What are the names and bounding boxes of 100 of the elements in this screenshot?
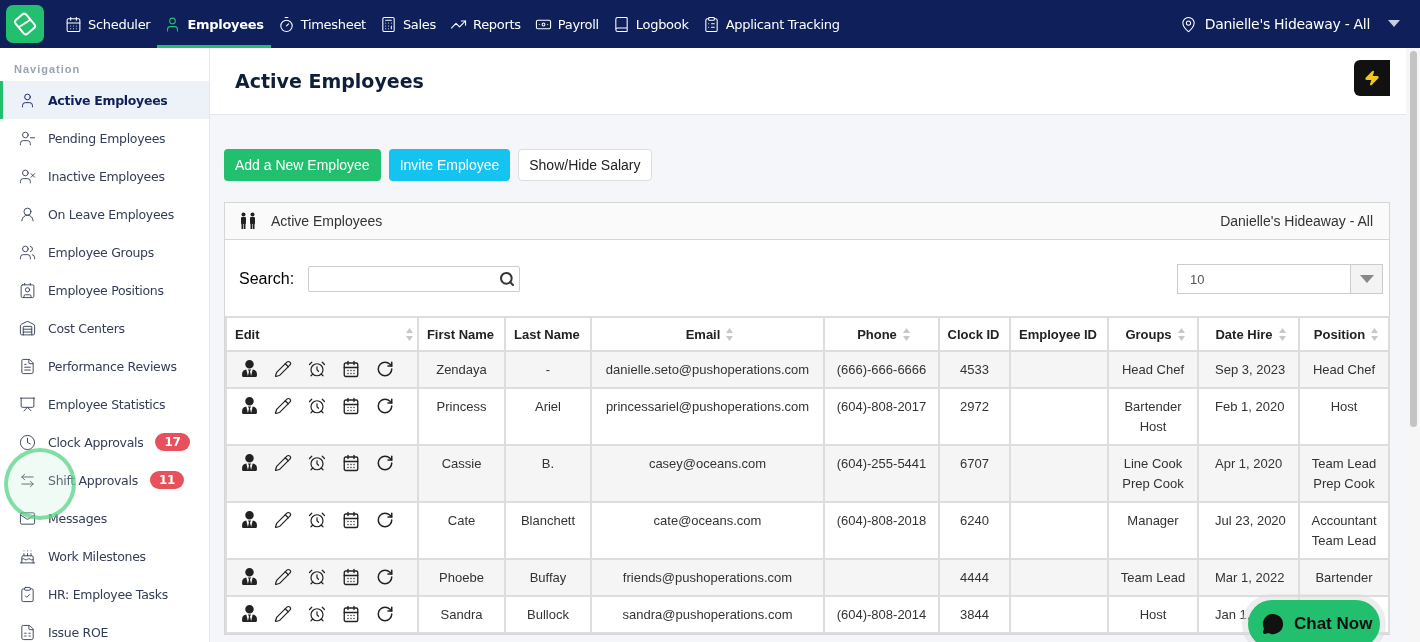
sidebar-item[interactable]: Employee Positions (0, 271, 209, 309)
person-icon[interactable] (241, 605, 258, 622)
panel-title: Active Employees (271, 213, 383, 229)
clock-icon (19, 433, 36, 451)
scrollbar[interactable] (1406, 48, 1420, 642)
users-icon (19, 243, 36, 261)
user-x-icon (19, 167, 36, 185)
redo-icon[interactable] (376, 605, 394, 623)
calendar-icon[interactable] (342, 360, 360, 378)
contact-card-icon (19, 281, 36, 299)
nav-tab[interactable]: Sales (372, 0, 443, 48)
edit-icon[interactable] (274, 454, 292, 472)
redo-icon[interactable] (376, 454, 394, 472)
person-icon[interactable] (241, 568, 258, 585)
table-cell: Ariel (535, 399, 561, 414)
sidebar-item[interactable]: Work Milestones (0, 537, 209, 575)
people-icon (239, 212, 257, 230)
table-cell-text: Bartender (1314, 569, 1374, 587)
alarm-clock-icon[interactable] (308, 568, 326, 586)
person-icon[interactable] (241, 360, 258, 377)
calendar-icon[interactable] (342, 454, 360, 472)
edit-icon[interactable] (274, 605, 292, 623)
page-size-select[interactable]: 10 (1177, 264, 1383, 294)
nav-tab[interactable]: Payroll (527, 0, 606, 48)
table-cell-text: Host (1138, 606, 1168, 624)
search-icon (499, 271, 516, 287)
table-cell: 4533 (960, 362, 989, 377)
calendar-icon[interactable] (342, 397, 360, 415)
clipboard-check-icon (19, 585, 36, 603)
caret-icon (1359, 275, 1374, 283)
table-cell: cate@oceans.com (653, 513, 762, 528)
table-cell-text: Prep Cook (1312, 475, 1376, 493)
sidebar-item[interactable]: Cost Centers (0, 309, 209, 347)
person-icon[interactable] (241, 397, 258, 414)
search-field[interactable] (308, 266, 521, 292)
calendar-icon[interactable] (342, 605, 360, 623)
edit-icon[interactable] (274, 568, 292, 586)
table-cell: 3844 (960, 607, 989, 622)
redo-icon[interactable] (376, 397, 394, 415)
person-icon[interactable] (241, 454, 258, 471)
sidebar-item[interactable]: Messages (0, 499, 209, 537)
document-icon (19, 357, 36, 375)
location-selector[interactable]: Danielle's Hideaway - All (1179, 0, 1400, 48)
sidebar-item[interactable]: Active Employees (0, 81, 209, 119)
sidebar-item[interactable]: HR: Employee Tasks (0, 575, 209, 613)
alarm-clock-icon[interactable] (308, 511, 326, 529)
quick-action-button[interactable] (1354, 60, 1390, 96)
table-cell: 4444 (960, 570, 989, 585)
table-cell: Feb 1, 2020 (1215, 399, 1285, 414)
sidebar-item[interactable]: Performance Reviews (0, 347, 209, 385)
redo-icon[interactable] (376, 360, 394, 378)
table-cell: Cassie (441, 456, 482, 471)
sort-icon (726, 327, 734, 341)
nav-tab[interactable]: Scheduler (58, 0, 158, 48)
redo-icon[interactable] (376, 568, 394, 586)
nav-tab[interactable]: Timesheet (270, 0, 373, 48)
sidebar-item[interactable]: Inactive Employees (0, 157, 209, 195)
edit-icon[interactable] (274, 360, 292, 378)
calendar-icon (65, 15, 82, 33)
count-badge: 11 (149, 471, 184, 489)
sidebar-item[interactable]: Employee Groups (0, 233, 209, 271)
table-cell: 6240 (960, 513, 989, 528)
sidebar-item[interactable]: Employee Statistics (0, 385, 209, 423)
sidebar-item[interactable]: On Leave Employees (0, 195, 209, 233)
sidebar-item[interactable]: Pending Employees (0, 119, 209, 157)
table-cell-text: Bartender (1123, 398, 1183, 416)
alarm-clock-icon[interactable] (308, 360, 326, 378)
table-cell: Phoebe (439, 570, 484, 585)
count-badge: 17 (155, 433, 190, 451)
alarm-clock-icon[interactable] (308, 397, 326, 415)
table-cell-text: Line Cook (1122, 455, 1184, 473)
column-header[interactable]: Edit (226, 317, 418, 351)
table-cell: (604)-808-2014 (836, 607, 927, 622)
person-icon[interactable] (241, 511, 258, 528)
nav-tab[interactable]: Reports (443, 0, 528, 48)
table-cell: B. (541, 456, 555, 471)
nav-tab[interactable]: Applicant Tracking (695, 0, 847, 48)
table-cell-text: Team Lead (1310, 455, 1378, 473)
nav-tab[interactable]: Logbook (605, 0, 696, 48)
table-cell: Buffay (529, 570, 567, 585)
redo-icon[interactable] (376, 511, 394, 529)
caret-icon (1388, 20, 1400, 28)
app-logo[interactable] (6, 5, 44, 43)
edit-icon[interactable] (274, 511, 292, 529)
edit-icon[interactable] (274, 397, 292, 415)
chat-button[interactable]: Chat Now (1248, 600, 1380, 642)
sidebar-item[interactable]: Issue ROE (0, 613, 209, 642)
alarm-clock-icon[interactable] (308, 605, 326, 623)
table-cell: 2972 (960, 399, 989, 414)
alarm-clock-icon[interactable] (308, 454, 326, 472)
cake-icon (19, 547, 36, 565)
sort-icon (1278, 327, 1286, 341)
sort-icon (406, 327, 413, 341)
action-button[interactable]: Show/Hide Salary (518, 149, 652, 181)
calendar-icon[interactable] (342, 511, 360, 529)
column-header[interactable]: Email (591, 317, 824, 351)
calendar-icon[interactable] (342, 568, 360, 586)
table-cell-text: Team Lead (1310, 532, 1378, 550)
sidebar-item[interactable]: Clock Approvals 17 (0, 423, 209, 461)
sort-icon (1177, 327, 1185, 341)
